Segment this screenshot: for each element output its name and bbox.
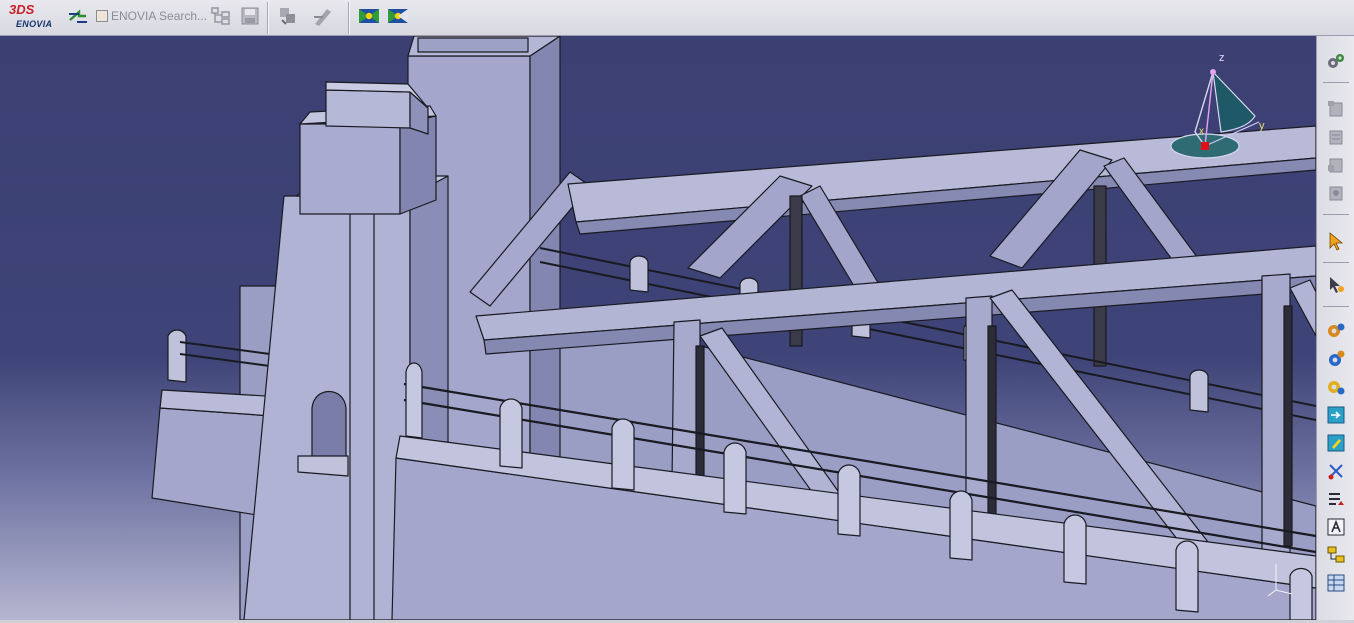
multi-select-icon[interactable] — [1325, 274, 1347, 296]
view-icon-2[interactable] — [386, 4, 410, 28]
logo-3ds-text: 3DS — [9, 2, 35, 17]
axis-triad-icon — [1267, 564, 1293, 597]
3d-viewport[interactable]: z y x — [0, 36, 1316, 620]
toolbar-separator — [267, 2, 269, 34]
table-icon[interactable] — [1325, 572, 1347, 594]
compass-x-label: x — [1199, 126, 1204, 137]
gear-settings-icon[interactable] — [1325, 50, 1347, 72]
tree-icon[interactable] — [1325, 544, 1347, 566]
enovia-search-label[interactable]: ENOVIA Search... — [111, 9, 207, 23]
select-arrow-icon[interactable] — [1325, 230, 1347, 252]
cut-icon[interactable] — [1325, 460, 1347, 482]
toolbar-separator — [1323, 214, 1349, 215]
top-toolbar: 3DS ENOVIA ENOVIA Search... — [0, 0, 1354, 36]
gears-icon-3[interactable] — [1325, 376, 1347, 398]
edit-icon[interactable] — [1325, 432, 1347, 454]
search-tree-icon[interactable] — [209, 4, 233, 28]
part-swap-icon[interactable] — [276, 4, 300, 28]
save-icon[interactable] — [238, 4, 262, 28]
view-icon-1[interactable] — [357, 4, 381, 28]
enovia-connect-icon[interactable] — [66, 4, 90, 28]
view-icon-2[interactable] — [1325, 126, 1347, 148]
gears-icon-1[interactable] — [1325, 320, 1347, 342]
view-icon-4[interactable] — [1325, 182, 1347, 204]
search-checkbox[interactable] — [96, 10, 108, 22]
toolbar-separator — [1323, 82, 1349, 83]
compass-widget[interactable] — [1165, 50, 1275, 170]
sort-icon[interactable] — [1325, 488, 1347, 510]
rename-icon[interactable] — [311, 4, 335, 28]
toolbar-separator — [348, 2, 350, 34]
enovia-logo: 3DS ENOVIA — [6, 2, 60, 32]
bridge-3d-model[interactable] — [0, 36, 1316, 620]
toolbar-separator — [1323, 262, 1349, 263]
view-icon-1[interactable] — [1325, 98, 1347, 120]
view-icon-3[interactable] — [1325, 154, 1347, 176]
compass-z-label: z — [1219, 52, 1225, 64]
toolbar-separator — [1323, 306, 1349, 307]
insert-icon[interactable] — [1325, 404, 1347, 426]
right-toolbar — [1316, 36, 1354, 620]
text-a-icon[interactable] — [1325, 516, 1347, 538]
logo-enovia-text: ENOVIA — [16, 19, 53, 29]
compass-y-label: y — [1259, 120, 1265, 132]
gears-icon-2[interactable] — [1325, 348, 1347, 370]
